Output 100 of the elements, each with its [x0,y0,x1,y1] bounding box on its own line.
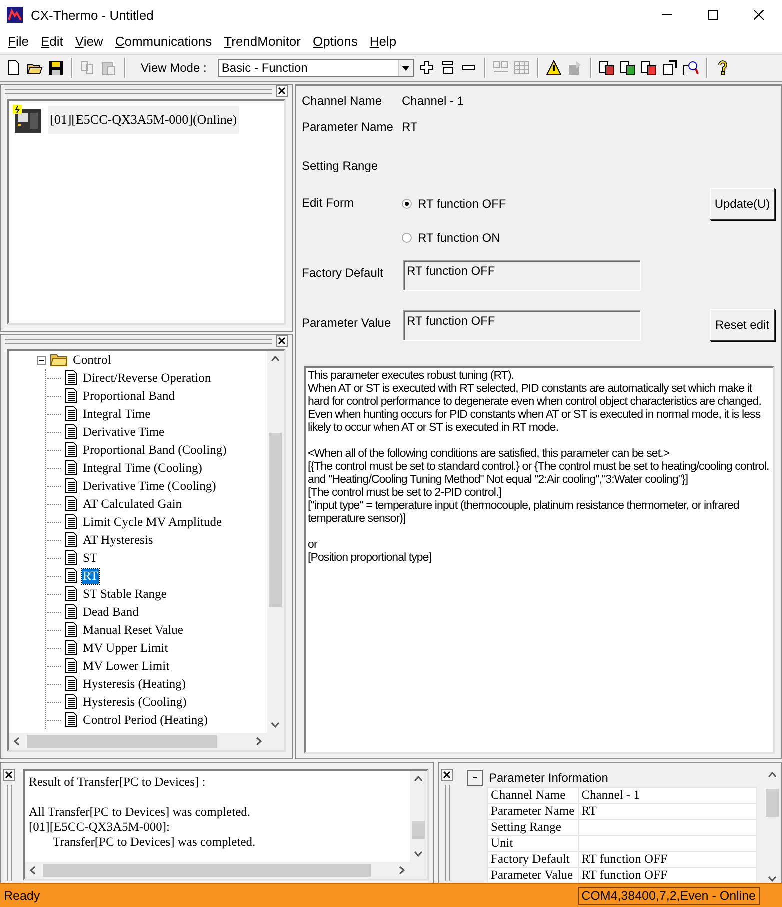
tree-item[interactable]: Integral Time [82,406,152,422]
field-label: Channel Name [301,94,384,108]
device-item[interactable]: [01][E5CC-QX3A5M-000](Online) [48,106,240,134]
close-icon[interactable] [3,769,15,781]
tree-item[interactable]: Hysteresis (Cooling) [82,694,188,710]
table-cell: Factory Default [488,852,578,868]
new-file-icon[interactable] [6,60,22,76]
document-icon [65,406,78,422]
scroll-thumb[interactable] [43,864,371,877]
tree-item[interactable]: Limit Cycle MV Amplitude [82,514,224,530]
menu-item[interactable]: Communications [109,34,218,48]
document-icon [65,478,78,494]
tree-item[interactable]: Control [72,352,112,368]
document-icon [65,442,78,458]
tree-item[interactable]: Direct/Reverse Operation [82,370,212,386]
description-text: [The control must be set to 2-PID control.] [308,487,502,500]
horizontal-scrollbar[interactable] [9,733,267,750]
document-icon [65,532,78,548]
document-icon [65,658,78,674]
document-icon [65,514,78,530]
log-line: All Transfer[PC to Devices] was completed. [29,805,250,820]
tree-item[interactable]: Dead Band [82,604,140,620]
description-text: When AT or ST is executed with RT selected, PID constants are automatically set which make it hard for control performance to degenerate even when control object characteristics are changed. Even when hunting occurs for PID constants when AT or ST is executed in normal mode, it is less likely to occur when AT or ST is executed in RT mode. [308,383,763,435]
field-label: Parameter Value [301,316,392,332]
menu-item[interactable]: Help [364,34,403,48]
radio-button[interactable] [402,233,412,243]
view-mode-label: View Mode : [141,61,207,75]
radio-label[interactable]: RT function ON [418,231,500,245]
status-text: Ready [4,888,40,902]
tree-item[interactable]: MV Lower Limit [82,658,171,674]
view-mode-dropdown[interactable]: Basic - Function [218,59,414,77]
tree-item[interactable]: Integral Time (Cooling) [82,460,204,476]
horizontal-scrollbar[interactable] [25,862,410,879]
document-icon [65,640,78,656]
tree-item[interactable]: Manual Reset Value [82,622,184,638]
tree-item[interactable]: AT Calculated Gain [82,496,184,512]
tree-item[interactable]: Derivative Time [82,424,166,440]
app-icon [7,7,23,23]
radio-label[interactable]: RT function OFF [418,197,506,211]
document-icon [65,568,78,584]
tree-item[interactable]: MV Upper Limit [82,640,170,656]
menu-item[interactable]: TrendMonitor [218,34,307,48]
tree-item[interactable]: Hysteresis (Heating) [82,676,188,692]
file-transfer-icon[interactable] [640,60,657,76]
vertical-scrollbar[interactable] [267,351,284,750]
tree-item[interactable]: ST Stable Range [82,586,168,602]
tree-item[interactable]: Proportional Band [82,388,176,404]
reset-edit-button[interactable]: Reset edit [710,309,775,341]
document-icon [65,694,78,710]
description-text: ["input type" = temperature input (thermocouple, platinum resistance thermometer, or infrared temperature sensor)] [308,500,740,526]
menu-item[interactable]: View [69,34,110,48]
field-label: Setting Range [301,159,380,173]
warning-icon[interactable] [546,60,562,76]
tree-item[interactable]: Proportional Band (Cooling) [82,442,228,458]
field-value: RT [402,120,418,134]
update-button[interactable]: Update(U) [710,188,775,220]
description-text: or [308,539,319,552]
radio-button[interactable] [402,199,412,209]
field-value: Channel - 1 [402,94,464,108]
connection-status: COM4,38400,7,2,Even - Online [578,886,760,904]
scroll-thumb[interactable] [27,735,217,748]
tree-item[interactable]: Control Period (Heating) [82,712,209,728]
save-icon[interactable] [48,60,64,76]
tree-item[interactable]: ST [82,550,99,566]
vertical-scrollbar[interactable] [410,771,427,879]
find-icon[interactable] [682,60,699,76]
section-title: Parameter Information [489,771,608,785]
log-line: Transfer[PC to Devices] was completed. [53,835,256,850]
close-icon[interactable] [276,335,288,347]
parameter-value-field[interactable]: RT function OFF [403,310,641,341]
menu-item[interactable]: Options [307,34,364,48]
scroll-thumb[interactable] [766,789,779,817]
close-icon[interactable] [276,85,288,97]
stack-icon[interactable] [440,60,456,76]
menu-item[interactable]: File [2,34,35,48]
folder-icon [50,353,68,367]
field-label: Factory Default [301,266,384,282]
scroll-thumb[interactable] [412,821,425,839]
description-text: [Position proportional type] [308,552,433,565]
tree-item[interactable]: Derivative Time (Cooling) [82,478,218,494]
document-icon [65,604,78,620]
close-icon[interactable] [441,769,453,781]
table-cell: RT function OFF [578,852,756,868]
plus-icon[interactable] [418,60,435,76]
document-icon [65,712,78,728]
field-label: Parameter Name [301,120,394,134]
file-transfer-icon[interactable] [598,60,615,76]
file-transfer-icon[interactable] [620,60,636,76]
tree-item[interactable]: AT Hysteresis [82,532,154,548]
document-icon [65,676,78,692]
scroll-thumb[interactable] [269,433,282,607]
tree-item[interactable]: RT [82,568,100,584]
collapse-icon[interactable] [37,356,46,364]
menu-item[interactable]: Edit [34,34,70,48]
document-icon [65,586,78,602]
file-arrow-icon[interactable] [662,60,678,76]
collapse-button[interactable] [467,770,483,786]
description-text: <When all of the following conditions are satisfied, this parameter can be set.> [308,448,671,461]
caret-icon[interactable] [402,66,410,70]
factory-default-field: RT function OFF [403,260,641,291]
